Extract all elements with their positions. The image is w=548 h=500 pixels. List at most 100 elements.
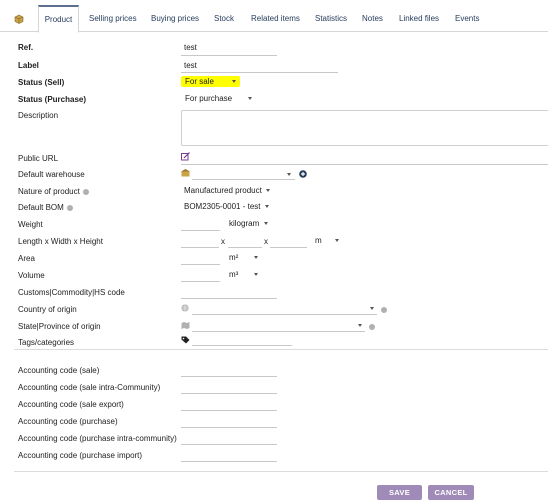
status-sell-label: Status (Sell): [18, 78, 65, 87]
section-divider: [14, 471, 548, 472]
ref-label: Ref.: [18, 43, 34, 52]
tab-selling-prices[interactable]: Selling prices: [89, 6, 137, 32]
customs-code-input[interactable]: [181, 298, 277, 299]
accounting-code-purchase-intra-input[interactable]: [181, 444, 277, 445]
tab-linked-files[interactable]: Linked files: [399, 6, 439, 32]
state-province-label: State|Province of origin: [18, 322, 101, 331]
ref-underline: [181, 55, 277, 56]
nature-of-product-label: Nature of product: [18, 187, 89, 196]
info-icon: [381, 305, 387, 314]
ref-input[interactable]: test: [184, 43, 197, 52]
nature-of-product-value: Manufactured product: [184, 186, 262, 195]
dimension-separator: x: [264, 237, 268, 246]
country-dropdown[interactable]: [370, 303, 374, 315]
tab-buying-prices[interactable]: Buying prices: [151, 6, 199, 32]
area-label: Area: [18, 254, 35, 263]
chevron-down-icon: [253, 256, 258, 260]
area-unit-select[interactable]: m²: [229, 252, 258, 264]
map-icon: [181, 321, 190, 331]
chevron-down-icon: [253, 273, 258, 277]
weight-label: Weight: [18, 220, 43, 229]
dimension-separator: x: [221, 237, 225, 246]
tab-related-items[interactable]: Related items: [251, 6, 300, 32]
chevron-down-icon: [264, 205, 269, 209]
accounting-code-purchase-import-label: Accounting code (purchase import): [18, 451, 143, 460]
accounting-code-sale-export-input[interactable]: [181, 410, 277, 411]
chevron-down-icon: [231, 80, 236, 84]
accounting-code-sale-export-label: Accounting code (sale export): [18, 400, 124, 409]
tab-bar: Product Selling prices Buying prices Sto…: [0, 0, 548, 33]
state-dropdown[interactable]: [358, 320, 362, 332]
status-sell-value: For sale: [185, 77, 214, 86]
description-label: Description: [18, 111, 59, 120]
area-input[interactable]: [181, 264, 220, 265]
volume-unit-select[interactable]: m³: [229, 269, 258, 281]
weight-unit-value: kilogram: [229, 219, 260, 228]
tab-product[interactable]: Product: [38, 5, 79, 33]
accounting-code-sale-intra-input[interactable]: [181, 393, 277, 394]
weight-unit-select[interactable]: kilogram: [229, 218, 268, 230]
default-bom-select[interactable]: BOM2305-0001 - test: [184, 201, 269, 213]
chevron-down-icon: [247, 97, 252, 101]
length-input[interactable]: [181, 247, 219, 248]
default-warehouse-label: Default warehouse: [18, 170, 85, 179]
save-button[interactable]: SAVE: [377, 485, 422, 500]
info-icon: [369, 322, 375, 331]
default-warehouse-underline: [192, 179, 295, 180]
volume-input[interactable]: [181, 281, 220, 282]
default-bom-label: Default BOM: [18, 203, 73, 212]
tags-categories-label: Tags/categories: [18, 338, 75, 347]
accounting-code-sale-input[interactable]: [181, 376, 277, 377]
volume-unit-value: m³: [229, 270, 239, 279]
globe-icon: [181, 304, 189, 314]
weight-input[interactable]: [181, 230, 220, 231]
tags-categories-select[interactable]: [192, 345, 292, 346]
accounting-code-purchase-intra-label: Accounting code (purchase intra-communit…: [18, 434, 177, 443]
state-province-select[interactable]: [192, 331, 365, 332]
dimension-unit-select[interactable]: m: [315, 235, 340, 247]
product-box-icon: [8, 6, 30, 32]
product-label-input[interactable]: test: [184, 61, 197, 70]
status-purchase-value: For purchase: [185, 94, 233, 103]
section-divider: [14, 349, 548, 350]
tab-statistics[interactable]: Statistics: [315, 6, 347, 32]
country-of-origin-label: Country of origin: [18, 305, 77, 314]
country-of-origin-select[interactable]: [192, 314, 377, 315]
cancel-button[interactable]: CANCEL: [428, 485, 474, 500]
tag-icon: [181, 336, 190, 346]
customs-code-label: Customs|Commodity|HS code: [18, 288, 125, 297]
tab-events[interactable]: Events: [455, 6, 479, 32]
chevron-down-icon: [358, 324, 362, 328]
info-icon: [82, 188, 89, 195]
warehouse-icon: [181, 169, 190, 179]
dimension-unit-value: m: [315, 236, 322, 245]
public-url-label: Public URL: [18, 154, 59, 163]
accounting-code-purchase-import-input[interactable]: [181, 461, 277, 462]
edit-link-icon[interactable]: [181, 152, 190, 163]
chevron-down-icon: [335, 239, 340, 243]
width-input[interactable]: [228, 247, 262, 248]
nature-of-product-select[interactable]: Manufactured product: [184, 185, 271, 197]
info-icon: [66, 204, 73, 211]
product-label-underline: [181, 72, 338, 73]
add-warehouse-icon[interactable]: [299, 170, 307, 180]
status-purchase-label: Status (Purchase): [18, 95, 87, 104]
accounting-code-purchase-label: Accounting code (purchase): [18, 417, 118, 426]
status-sell-select[interactable]: For sale: [181, 76, 240, 88]
tab-notes[interactable]: Notes: [362, 6, 383, 32]
default-bom-value: BOM2305-0001 - test: [184, 202, 261, 211]
status-purchase-select[interactable]: For purchase: [185, 93, 252, 105]
height-input[interactable]: [270, 247, 307, 248]
dimensions-label: Length x Width x Height: [18, 237, 103, 246]
chevron-down-icon: [266, 189, 271, 193]
area-unit-value: m²: [229, 253, 239, 262]
chevron-down-icon: [287, 173, 291, 177]
chevron-down-icon: [263, 222, 268, 226]
product-label-label: Label: [18, 61, 39, 70]
public-url-underline: [181, 164, 548, 165]
accounting-code-sale-intra-label: Accounting code (sale intra-Community): [18, 383, 161, 392]
description-textarea[interactable]: [181, 110, 548, 146]
accounting-code-sale-label: Accounting code (sale): [18, 366, 100, 375]
accounting-code-purchase-input[interactable]: [181, 427, 277, 428]
tab-stock[interactable]: Stock: [214, 6, 234, 32]
